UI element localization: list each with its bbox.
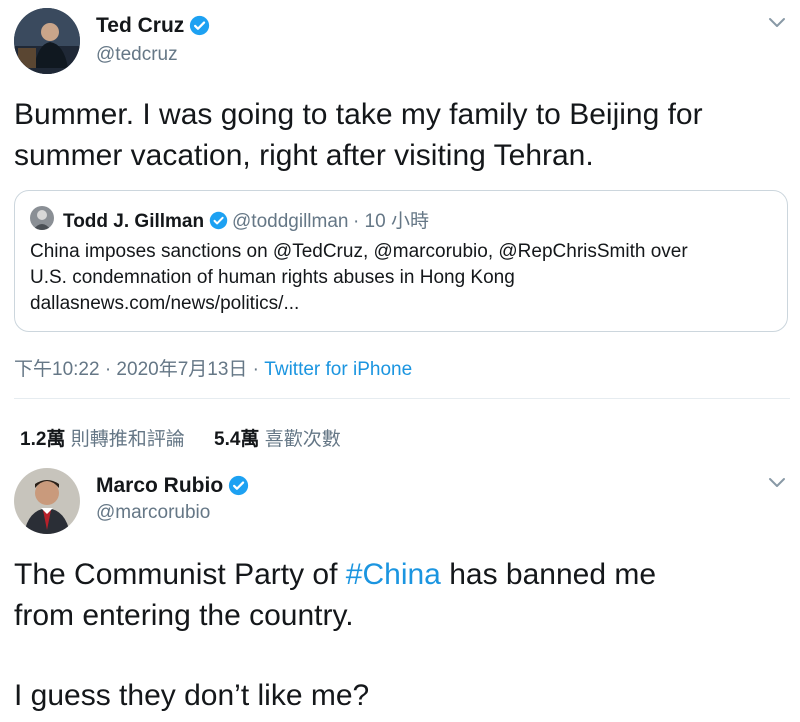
quoted-tweet-text: China imposes sanctions on @TedCruz, @ma… <box>30 241 688 314</box>
quoted-timestamp: · 10 小時 <box>352 211 429 232</box>
author-name[interactable]: Marco Rubio <box>96 474 223 497</box>
quoted-tweet-card[interactable]: Todd J. Gillman @toddgillman · 10 小時 Chi… <box>14 190 788 332</box>
chevron-down-icon[interactable] <box>766 14 788 35</box>
avatar-toddgillman <box>30 206 54 230</box>
tweet-text: The Communist Party of #China has banned… <box>14 558 657 712</box>
author-handle[interactable]: @marcorubio <box>96 502 210 524</box>
tweet-timestamp[interactable]: 下午10:22 · 2020年7月13日 · <box>14 359 259 380</box>
divider <box>14 398 790 399</box>
quoted-author-handle: @toddgillman <box>232 211 349 232</box>
tweet-source-link[interactable]: Twitter for iPhone <box>264 359 412 380</box>
retweets-stat[interactable]: 1.2萬 則轉推和評論 <box>20 429 190 450</box>
verified-badge-icon <box>189 15 210 41</box>
tweet-text: Bummer. I was going to take my family to… <box>14 98 703 172</box>
author-name[interactable]: Ted Cruz <box>96 14 184 37</box>
avatar-marcorubio[interactable] <box>14 468 80 534</box>
avatar-tedcruz[interactable] <box>14 8 80 74</box>
hashtag-link[interactable]: #China <box>346 558 441 591</box>
verified-badge-icon <box>209 211 228 235</box>
quoted-author-name: Todd J. Gillman <box>63 211 205 232</box>
chevron-down-icon[interactable] <box>766 474 788 495</box>
likes-stat[interactable]: 5.4萬 喜歡次數 <box>214 429 341 450</box>
verified-badge-icon <box>228 475 249 501</box>
author-handle[interactable]: @tedcruz <box>96 44 178 66</box>
